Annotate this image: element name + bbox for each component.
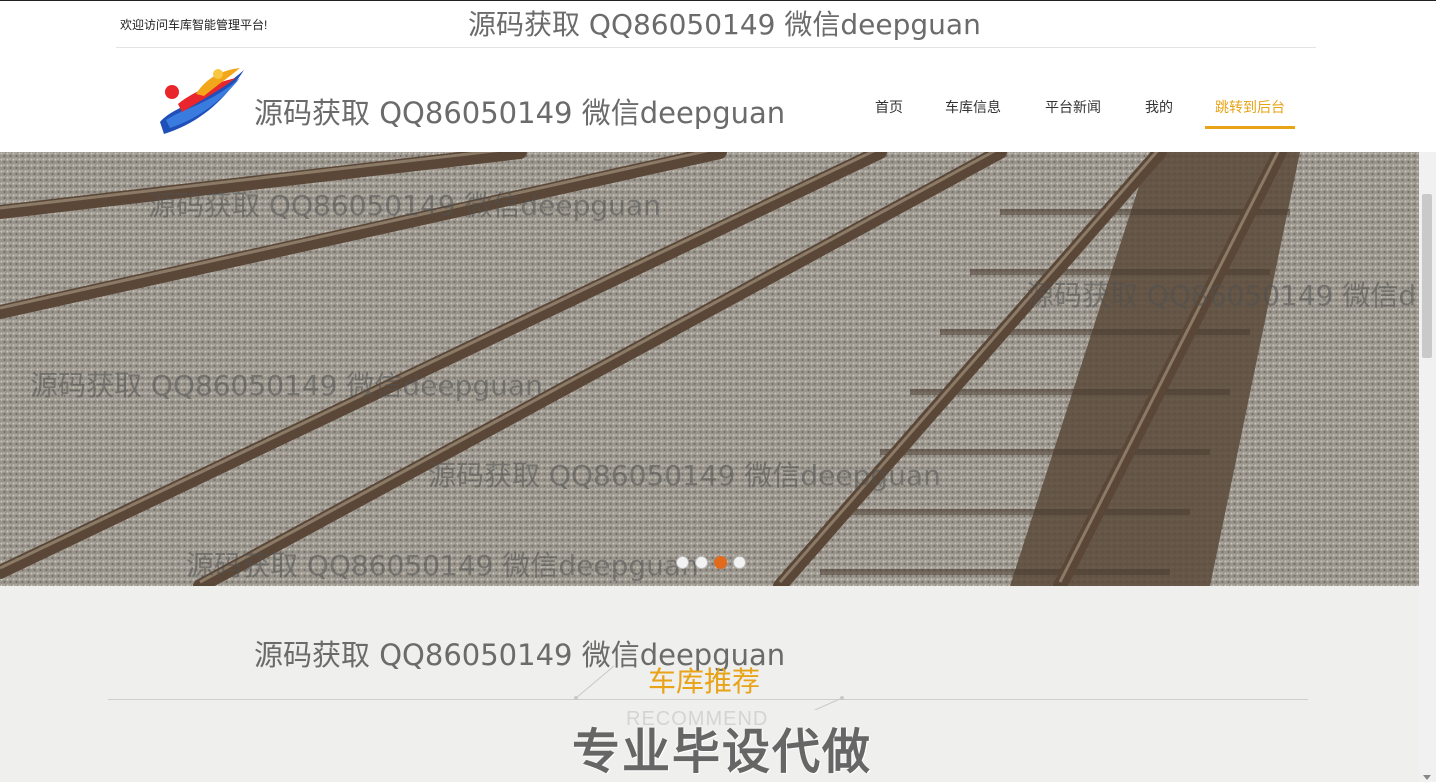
watermark-top: 源码获取 QQ86050149 微信deepguan (468, 8, 981, 41)
banner-slider[interactable]: 源码获取 QQ86050149 微信deepguan 源码获取 QQ860501… (0, 152, 1419, 586)
scrollbar-thumb[interactable] (1422, 194, 1432, 358)
header-divider (116, 47, 1316, 48)
watermark-banner-1: 源码获取 QQ86050149 微信deepguan (148, 189, 661, 222)
top-border (0, 0, 1436, 1)
page-scrollbar[interactable] (1419, 152, 1436, 782)
section-title: 车库推荐 (648, 665, 761, 698)
nav-mine[interactable]: 我的 (1145, 94, 1173, 126)
slider-dot-2[interactable] (695, 556, 708, 569)
slider-dot-1[interactable] (676, 556, 689, 569)
watermark-header: 源码获取 QQ86050149 微信deepguan (254, 96, 786, 130)
watermark-overlay: 专业毕设代做 (572, 724, 873, 780)
slider-dot-3[interactable] (714, 556, 727, 569)
nav-home[interactable]: 首页 (875, 94, 903, 126)
runner-logo-icon[interactable] (156, 64, 248, 136)
nav-platform-news[interactable]: 平台新闻 (1045, 94, 1101, 126)
watermark-banner-2: 源码获取 QQ86050149 微信d (1026, 279, 1417, 312)
nav-garage-info[interactable]: 车库信息 (945, 94, 1001, 126)
watermark-banner-4: 源码获取 QQ86050149 微信deepguan (428, 459, 941, 492)
slider-dot-4[interactable] (733, 556, 746, 569)
scroll-down-arrow-icon[interactable] (1423, 775, 1431, 780)
welcome-text: 欢迎访问车库智能管理平台! (120, 18, 268, 32)
watermark-banner-5: 源码获取 QQ86050149 微信deepguan (186, 549, 699, 582)
watermark-banner-3: 源码获取 QQ86050149 微信deepguan (30, 369, 543, 402)
nav-jump-backend[interactable]: 跳转到后台 (1205, 94, 1295, 129)
